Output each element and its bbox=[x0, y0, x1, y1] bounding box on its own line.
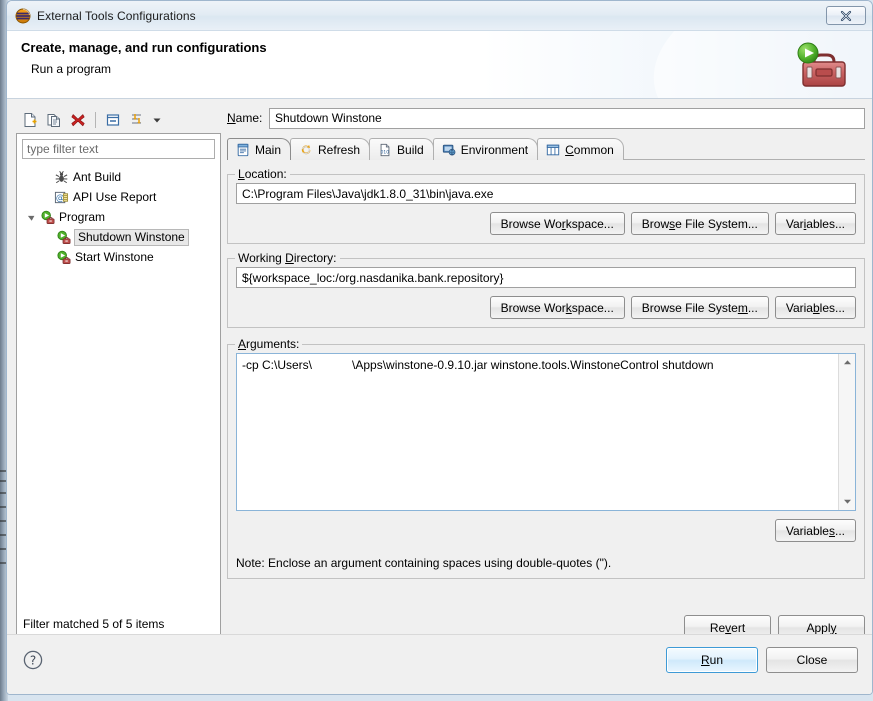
scroll-down-arrow-icon[interactable] bbox=[839, 493, 855, 510]
tree-toolbar bbox=[16, 107, 221, 133]
dialog-body: Ant Build @ API Us bbox=[7, 99, 872, 694]
close-icon bbox=[840, 10, 852, 21]
arguments-group: Arguments: -cp C:\Users\ \Apps\winstone-… bbox=[227, 337, 865, 579]
name-label: Name: bbox=[227, 111, 263, 125]
configurations-tree-container: Ant Build @ API Us bbox=[16, 133, 221, 640]
workdir-browse-workspace-button[interactable]: Browse Wor k space... bbox=[489, 296, 625, 319]
location-button-row: Browse Wo r kspace... Brow s e File System..… bbox=[236, 212, 856, 235]
refresh-tab-icon bbox=[298, 142, 314, 158]
program-icon bbox=[54, 249, 72, 265]
arguments-variables-button[interactable]: Variable s... bbox=[774, 519, 856, 542]
dialog-title: External Tools Configurations bbox=[37, 8, 196, 23]
dialog-footer: ? Run Close bbox=[7, 634, 872, 694]
working-directory-group: Working Directory: Browse Workspace... B… bbox=[227, 251, 865, 328]
question-mark-help-icon[interactable]: ? bbox=[23, 650, 43, 670]
duplicate-configuration-button[interactable] bbox=[43, 109, 65, 131]
banner-subtitle: Run a program bbox=[31, 62, 112, 76]
tree-item-start-winstone[interactable]: Start Winstone bbox=[22, 247, 215, 267]
location-variables-button[interactable]: Var i ables... bbox=[774, 212, 856, 235]
external-tools-configurations-dialog: External Tools Configurations Create, ma… bbox=[6, 0, 873, 695]
tab-refresh[interactable]: Refresh bbox=[290, 138, 371, 160]
tree-item-label: Start Winstone bbox=[75, 250, 154, 264]
arguments-button-row: Variable s... bbox=[236, 519, 856, 542]
tree-item-api-use-report[interactable]: @ API Use Report bbox=[22, 187, 215, 207]
tree-item-label: Program bbox=[59, 210, 106, 224]
arguments-group-label: Arguments: bbox=[235, 337, 303, 351]
footer-buttons: Run Close bbox=[666, 647, 858, 673]
location-browse-file-system-button[interactable]: Brow s e File System... bbox=[630, 212, 769, 235]
main-tab-content: Location: Browse Workspace... Browse Fil… bbox=[227, 167, 865, 579]
arguments-scrollbar[interactable] bbox=[838, 354, 855, 510]
tree-item-shutdown-winstone[interactable]: Shutdown Winstone bbox=[22, 227, 215, 247]
arguments-textarea[interactable]: -cp C:\Users\ \Apps\winstone-0.9.10.jar … bbox=[237, 354, 838, 510]
tab-common[interactable]: Common bbox=[537, 138, 624, 160]
environment-tab-icon bbox=[441, 142, 457, 158]
tree-item-label: API Use Report bbox=[73, 190, 157, 204]
tab-label: Main bbox=[255, 142, 282, 157]
toolbar-separator bbox=[95, 112, 96, 128]
location-group: Location: Browse Workspace... Browse Fil… bbox=[227, 167, 865, 244]
tab-bar: Main Refresh 010 Build Environment Commo… bbox=[227, 138, 865, 161]
filter-arrows-icon bbox=[132, 114, 141, 124]
api-use-report-icon: @ bbox=[52, 189, 70, 205]
tree-item-program[interactable]: Program bbox=[22, 207, 215, 227]
toolbox-run-icon bbox=[790, 40, 852, 92]
collapse-all-button[interactable] bbox=[102, 109, 124, 131]
working-directory-button-row: Browse Wor k space... Browse File Syste m..… bbox=[236, 296, 856, 319]
new-configuration-button[interactable] bbox=[19, 109, 41, 131]
configuration-editor-panel: Name: Main bbox=[227, 107, 865, 640]
working-directory-group-label: Working Directory: bbox=[235, 251, 340, 265]
tree-item-ant-build[interactable]: Ant Build bbox=[22, 167, 215, 187]
eclipse-disc-icon bbox=[15, 8, 31, 24]
tree-item-label: Ant Build bbox=[73, 170, 122, 184]
arguments-note: Note: Enclose an argument containing spa… bbox=[236, 556, 612, 570]
delete-configuration-button[interactable] bbox=[67, 109, 89, 131]
location-input[interactable] bbox=[236, 183, 856, 204]
filter-button[interactable] bbox=[126, 109, 148, 131]
tab-build[interactable]: 010 Build bbox=[369, 138, 434, 160]
svg-text:010: 010 bbox=[381, 149, 390, 155]
tab-label: Common bbox=[565, 142, 614, 157]
configuration-name-input[interactable] bbox=[269, 107, 865, 129]
ant-build-icon bbox=[52, 169, 70, 185]
tab-main[interactable]: Main bbox=[227, 138, 292, 161]
chevron-down-icon bbox=[153, 118, 161, 123]
tab-label: Build bbox=[397, 142, 424, 157]
configurations-panel: Ant Build @ API Us bbox=[16, 107, 221, 640]
run-button[interactable]: Run bbox=[666, 647, 758, 673]
expanded-twisty-icon[interactable] bbox=[24, 209, 38, 225]
configurations-tree: Ant Build @ API Use Report Program Shutd… bbox=[22, 167, 215, 267]
program-icon bbox=[38, 209, 56, 225]
location-group-label: Location: bbox=[235, 167, 290, 181]
main-tab-icon bbox=[235, 142, 251, 158]
working-directory-input[interactable] bbox=[236, 267, 856, 288]
common-tab-icon bbox=[545, 142, 561, 158]
copy-document-icon bbox=[47, 114, 60, 127]
dialog-banner: Create, manage, and run configurations R… bbox=[7, 31, 872, 99]
new-document-icon bbox=[24, 113, 37, 127]
program-icon bbox=[54, 229, 72, 245]
svg-text:?: ? bbox=[30, 653, 36, 667]
banner-title: Create, manage, and run configurations bbox=[21, 40, 267, 55]
location-browse-workspace-button[interactable]: Browse Wo r kspace... bbox=[489, 212, 625, 235]
workdir-browse-file-system-button[interactable]: Browse File Syste m... bbox=[630, 296, 769, 319]
filter-input[interactable] bbox=[22, 139, 215, 159]
close-button[interactable]: Close bbox=[766, 647, 858, 673]
tab-label: Refresh bbox=[318, 142, 361, 157]
tab-label: Environment bbox=[460, 142, 529, 157]
tree-item-label: Shutdown Winstone bbox=[74, 228, 189, 246]
workdir-variables-button[interactable]: Varia b les... bbox=[774, 296, 856, 319]
titlebar-close-button[interactable] bbox=[826, 6, 866, 25]
tab-environment[interactable]: Environment bbox=[432, 138, 539, 160]
collapse-all-icon bbox=[106, 114, 120, 126]
filter-dropdown-button[interactable] bbox=[150, 109, 164, 131]
red-x-icon bbox=[71, 114, 85, 127]
name-row: Name: bbox=[227, 107, 865, 129]
scroll-up-arrow-icon[interactable] bbox=[839, 354, 855, 371]
build-tab-icon: 010 bbox=[377, 142, 393, 158]
arguments-field-wrapper: -cp C:\Users\ \Apps\winstone-0.9.10.jar … bbox=[236, 353, 856, 511]
filter-status-text: Filter matched 5 of 5 items bbox=[23, 617, 165, 631]
dialog-titlebar: External Tools Configurations bbox=[7, 1, 872, 31]
